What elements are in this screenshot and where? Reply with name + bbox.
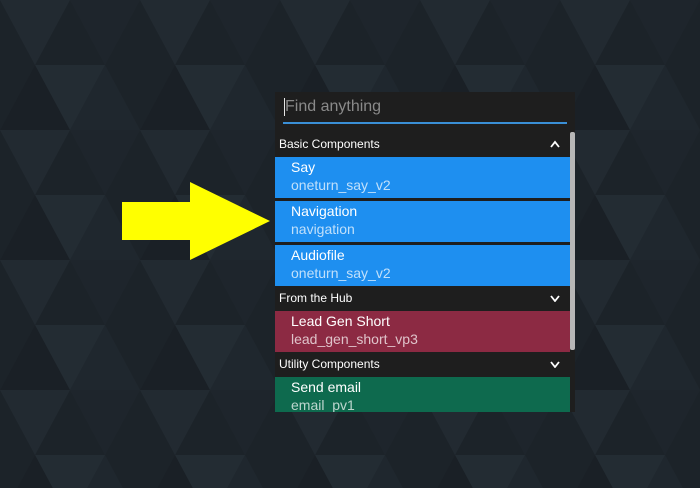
- search-input[interactable]: [283, 92, 567, 122]
- chevron-down-icon[interactable]: [550, 294, 560, 302]
- scrollbar-thumb[interactable]: [570, 132, 575, 350]
- chevron-up-icon[interactable]: [550, 140, 560, 148]
- scrollbar[interactable]: [570, 132, 575, 412]
- section-label: From the Hub: [279, 291, 353, 305]
- item-subtitle: oneturn_say_v2: [291, 265, 391, 281]
- item-title: Audiofile: [291, 247, 345, 263]
- arrow-right-icon: [122, 182, 270, 260]
- section-header-basic-components[interactable]: Basic Components: [275, 132, 570, 157]
- list-item-say[interactable]: Say oneturn_say_v2: [275, 157, 570, 198]
- chevron-down-icon[interactable]: [550, 360, 560, 368]
- item-subtitle: oneturn_say_v2: [291, 177, 391, 193]
- item-title: Say: [291, 159, 316, 175]
- list-item-send-email[interactable]: Send email email_pv1: [275, 377, 570, 412]
- item-subtitle: navigation: [291, 221, 355, 237]
- section-header-utility-components[interactable]: Utility Components: [275, 352, 570, 377]
- section-label: Utility Components: [279, 357, 380, 371]
- item-title: Lead Gen Short: [291, 313, 390, 329]
- text-caret: [284, 98, 285, 116]
- component-list[interactable]: Basic Components Say oneturn_say_v2 Navi…: [275, 132, 570, 412]
- list-item-lead-gen-short[interactable]: Lead Gen Short lead_gen_short_vp3: [275, 311, 570, 352]
- component-picker: Basic Components Say oneturn_say_v2 Navi…: [275, 92, 575, 412]
- list-item-audiofile[interactable]: Audiofile oneturn_say_v2: [275, 245, 570, 286]
- item-title: Send email: [291, 379, 362, 395]
- search-box[interactable]: [283, 92, 567, 124]
- section-header-from-the-hub[interactable]: From the Hub: [275, 286, 570, 311]
- section-label: Basic Components: [279, 137, 380, 151]
- item-subtitle: email_pv1: [291, 397, 355, 412]
- list-item-navigation[interactable]: Navigation navigation: [275, 201, 570, 242]
- item-title: Navigation: [291, 203, 358, 219]
- item-subtitle: lead_gen_short_vp3: [291, 331, 418, 347]
